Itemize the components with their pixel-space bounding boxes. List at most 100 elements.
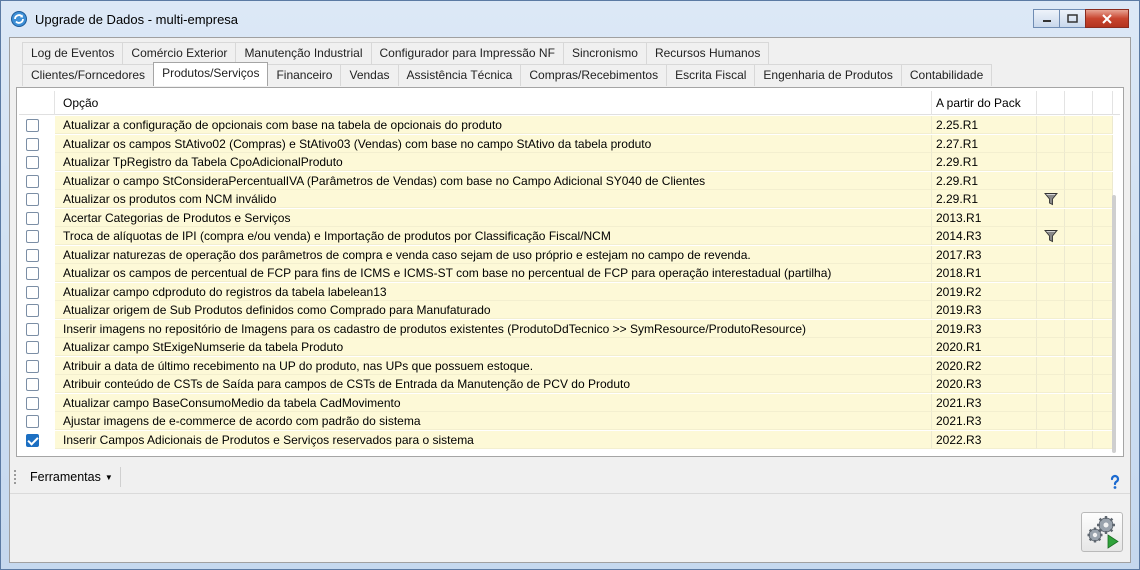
table-row[interactable]: Atualizar os campos de percentual de FCP… [19,264,1120,283]
tab-vendas[interactable]: Vendas [340,64,399,86]
maximize-button[interactable] [1059,9,1086,28]
vertical-scrollbar[interactable] [1112,195,1116,453]
header-column-4 [1065,91,1093,115]
row-checkbox[interactable] [26,156,39,169]
table-row[interactable]: Atualizar campo StExigeNumserie da tabel… [19,338,1120,357]
row-checkbox[interactable] [26,248,39,262]
extra-cell-5 [1093,171,1113,190]
tab-log-de-eventos[interactable]: Log de Eventos [22,42,124,64]
execute-button[interactable] [1081,512,1123,552]
tab-produtos-servicos[interactable]: Produtos/Serviços [153,62,269,86]
tab-compras-recebimentos[interactable]: Compras/Recebimentos [520,64,668,86]
row-checkbox[interactable] [26,415,39,428]
extra-cell-3[interactable] [1037,227,1065,245]
checkbox-cell [19,264,55,282]
table-row[interactable]: Acertar Categorias de Produtos e Serviço… [19,208,1120,228]
pack-cell: 2021.R3 [932,412,1037,430]
row-checkbox[interactable] [26,359,39,373]
extra-cell-3 [1037,338,1065,356]
extra-cell-4 [1065,245,1093,264]
row-checkbox[interactable] [26,193,39,206]
header-option[interactable]: Opção [55,91,932,115]
tab-escrita-fiscal[interactable]: Escrita Fiscal [666,64,756,86]
bottom-toolbar: Ferramentas ▼ [10,460,1130,494]
extra-cell-3 [1037,208,1065,227]
row-checkbox[interactable] [26,322,39,336]
option-cell: Atualizar os campos de percentual de FCP… [55,264,932,282]
row-checkbox[interactable] [26,230,39,243]
checkbox-cell [19,190,55,208]
extra-cell-3 [1037,430,1065,449]
pack-cell: 2019.R2 [932,282,1037,301]
tab-sincronismo[interactable]: Sincronismo [562,42,647,64]
tab-configurador-impressao-nf[interactable]: Configurador para Impressão NF [370,42,564,64]
extra-cell-5 [1093,412,1113,430]
toolbar-grip[interactable] [14,470,17,484]
window-title: Upgrade de Dados - multi-empresa [35,12,239,27]
row-checkbox[interactable] [26,119,39,132]
row-checkbox[interactable] [26,433,39,447]
table-row[interactable]: Atualizar campo cdproduto do registros d… [19,282,1120,302]
tab-clientes-fornecedores[interactable]: Clientes/Forncedores [22,64,155,86]
table-row[interactable]: Atualizar os campos StAtivo02 (Compras) … [19,134,1120,154]
row-checkbox[interactable] [26,174,39,188]
row-checkbox[interactable] [26,137,39,151]
pack-cell: 2019.R3 [932,301,1037,319]
table-row[interactable]: Atualizar os produtos com NCM inválido 2.… [19,190,1120,209]
ferramentas-dropdown-button[interactable]: Ferramentas ▼ [26,466,117,488]
header-pack[interactable]: A partir do Pack [932,91,1037,115]
minimize-button[interactable] [1033,9,1060,28]
help-icon[interactable] [1108,474,1122,490]
tab-row-2: Clientes/Forncedores Produtos/Serviços F… [22,62,993,86]
extra-cell-5 [1093,393,1113,412]
extra-cell-3[interactable] [1037,190,1065,208]
extra-cell-4 [1065,208,1093,227]
table-row[interactable]: Atualizar a configuração de opcionais co… [19,116,1120,135]
checkbox-cell [19,282,55,301]
row-checkbox[interactable] [26,304,39,317]
row-checkbox[interactable] [26,211,39,225]
extra-cell-4 [1065,393,1093,412]
table-row[interactable]: Inserir Campos Adicionais de Produtos e … [19,430,1120,450]
tab-manutencao-industrial[interactable]: Manutenção Industrial [235,42,372,64]
tab-assistencia-tecnica[interactable]: Assistência Técnica [397,64,522,86]
checkbox-cell [19,338,55,356]
tab-comercio-exterior[interactable]: Comércio Exterior [122,42,237,64]
option-cell: Atualizar campo BaseConsumoMedio da tabe… [55,393,932,412]
checkbox-cell [19,227,55,245]
row-checkbox[interactable] [26,378,39,391]
title-bar[interactable]: Upgrade de Dados - multi-empresa [1,1,1139,37]
table-row[interactable]: Atribuir a data de último recebimento na… [19,356,1120,376]
option-cell: Atribuir a data de último recebimento na… [55,356,932,375]
row-checkbox[interactable] [26,396,39,410]
extra-cell-3 [1037,375,1065,393]
option-cell: Atribuir conteúdo de CSTs de Saída para … [55,375,932,393]
tab-financeiro[interactable]: Financeiro [267,64,342,86]
extra-cell-4 [1065,319,1093,338]
pack-cell: 2022.R3 [932,430,1037,449]
extra-cell-3 [1037,412,1065,430]
row-checkbox[interactable] [26,341,39,354]
table-row[interactable]: Atribuir conteúdo de CSTs de Saída para … [19,375,1120,394]
table-row[interactable]: Atualizar campo BaseConsumoMedio da tabe… [19,393,1120,413]
table-row[interactable]: Atualizar o campo StConsideraPercentualI… [19,171,1120,191]
extra-cell-3 [1037,301,1065,319]
maximize-icon [1067,14,1078,23]
tab-contabilidade[interactable]: Contabilidade [900,64,993,86]
tab-recursos-humanos[interactable]: Recursos Humanos [645,42,770,64]
extra-cell-3 [1037,393,1065,412]
close-button[interactable] [1085,9,1129,28]
table-row[interactable]: Ajustar imagens de e-commerce de acordo … [19,412,1120,431]
close-icon [1102,13,1112,24]
table-row[interactable]: Inserir imagens no repositório de Imagen… [19,319,1120,339]
table-row[interactable]: Atualizar TpRegistro da Tabela CpoAdicio… [19,153,1120,172]
grid-rows: Atualizar a configuração de opcionais co… [19,116,1120,449]
row-checkbox[interactable] [26,267,39,280]
table-row[interactable]: Atualizar naturezas de operação dos parâ… [19,245,1120,265]
extra-cell-5 [1093,282,1113,301]
tab-engenharia-de-produtos[interactable]: Engenharia de Produtos [754,64,902,86]
ferramentas-label: Ferramentas [30,470,101,484]
row-checkbox[interactable] [26,285,39,299]
table-row[interactable]: Atualizar origem de Sub Produtos definid… [19,301,1120,320]
table-row[interactable]: Troca de alíquotas de IPI (compra e/ou v… [19,227,1120,246]
